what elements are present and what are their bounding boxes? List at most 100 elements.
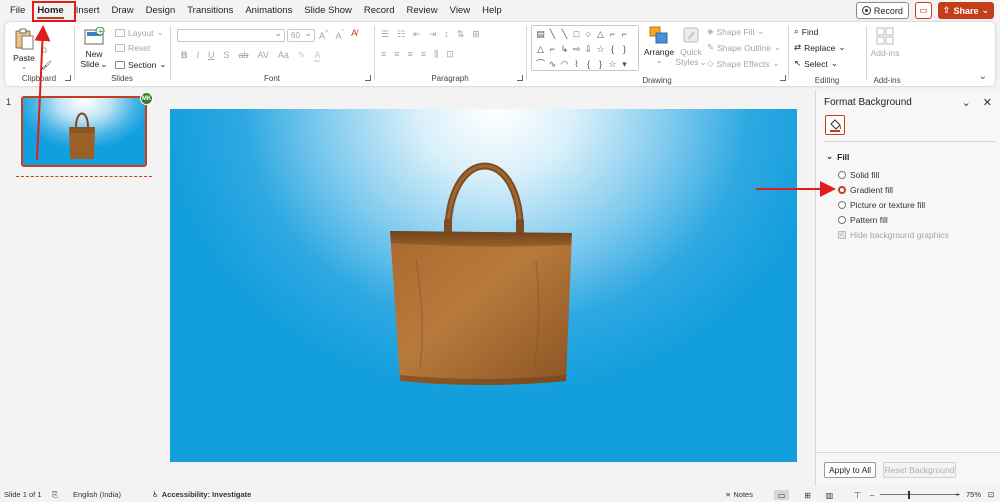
shape-line-icon[interactable]: ╲ xyxy=(547,28,558,41)
record-button[interactable]: Record xyxy=(855,2,909,19)
layout-button[interactable]: Layout ⌄ xyxy=(115,27,164,38)
shape-curve-icon[interactable]: ⌒ xyxy=(535,58,546,71)
replace-button[interactable]: ⇄ Replace ⌄ xyxy=(794,42,845,53)
slide-sorter-icon[interactable]: ⊞ xyxy=(800,490,815,500)
find-button[interactable]: ⌕ Find xyxy=(794,26,818,37)
shape-line-icon[interactable]: ⌐ xyxy=(607,28,618,41)
slide-canvas[interactable] xyxy=(170,109,797,462)
chevron-down-icon[interactable]: ⌄ xyxy=(962,96,971,109)
language-indicator[interactable]: English (India) xyxy=(73,490,121,499)
shape-line-icon[interactable]: ⌐ xyxy=(619,28,630,41)
tab-view[interactable]: View xyxy=(444,0,476,22)
shape-brace-icon[interactable]: } xyxy=(595,58,606,71)
shapes-gallery[interactable]: ▤ ╲ ╲ □ ○ △ ⌐ ⌐ △ ⌐ ↳ ⇨ ⇩ ☆{} ⌒ ∿ ◠ ⌇{} ☆ ▾ xyxy=(531,25,639,71)
font-launcher[interactable] xyxy=(365,75,371,81)
shape-freeform-icon[interactable]: ⌇ xyxy=(571,58,582,71)
collapse-ribbon-icon[interactable]: ⌄ xyxy=(979,71,987,82)
font-color-icon[interactable]: A xyxy=(314,50,321,62)
decrease-font-icon[interactable]: Aˇ xyxy=(336,28,345,41)
justify-icon[interactable]: ≡ xyxy=(421,49,426,60)
cut-button[interactable]: ✂ xyxy=(41,29,48,40)
shape-more-icon[interactable]: ▾ xyxy=(619,58,630,71)
format-painter-button[interactable]: 🖌 xyxy=(41,60,52,71)
fill-tab-button[interactable] xyxy=(825,115,845,135)
solid-fill-radio[interactable] xyxy=(838,171,846,179)
tab-review[interactable]: Review xyxy=(401,0,444,22)
zoom-level[interactable]: 75% xyxy=(966,490,981,499)
leather-tote-bag-image[interactable] xyxy=(386,149,576,389)
bullets-icon[interactable]: ☰ xyxy=(381,29,389,40)
comments-button[interactable]: ▭ xyxy=(914,2,932,19)
zoom-slider[interactable] xyxy=(880,494,960,495)
decrease-indent-icon[interactable]: ⇤ xyxy=(413,29,421,40)
drawing-launcher[interactable] xyxy=(780,75,786,81)
shape-arc-icon[interactable]: ◠ xyxy=(559,58,570,71)
columns-icon[interactable]: ⫼ xyxy=(434,49,438,60)
reading-view-icon[interactable]: ▥ xyxy=(822,490,837,500)
shape-fill-button[interactable]: ◈ Shape Fill ⌄ xyxy=(707,26,764,37)
pattern-fill-radio[interactable] xyxy=(838,216,846,224)
align-text-icon[interactable]: ⊞ xyxy=(472,29,480,40)
tab-file[interactable]: File xyxy=(0,0,31,22)
bold-icon[interactable]: B xyxy=(181,50,188,62)
shadow-icon[interactable]: S xyxy=(224,50,230,62)
change-case-icon[interactable]: Aa xyxy=(278,50,289,62)
gradient-fill-radio[interactable] xyxy=(838,186,846,194)
shape-arrow-icon[interactable]: ⇩ xyxy=(583,43,594,56)
shape-textbox-icon[interactable]: ▤ xyxy=(535,28,546,41)
shape-brace-icon[interactable]: { xyxy=(583,58,594,71)
arrange-button[interactable]: Arrange ⌄ xyxy=(643,25,675,65)
clear-format-icon[interactable]: A̸ xyxy=(351,28,357,41)
font-name-dropdown[interactable] xyxy=(177,28,285,42)
fit-to-window-icon[interactable]: ⊡ xyxy=(988,490,994,499)
tab-slide-show[interactable]: Slide Show xyxy=(298,0,358,22)
underline-icon[interactable]: U xyxy=(208,50,215,62)
shape-curve-icon[interactable]: ∿ xyxy=(547,58,558,71)
shape-connector-icon[interactable]: ⌐ xyxy=(547,43,558,56)
addins-button[interactable]: Add-ins xyxy=(869,26,901,58)
shape-triangle-icon[interactable]: △ xyxy=(595,28,606,41)
shape-oval-icon[interactable]: ○ xyxy=(583,28,594,41)
reset-background-button[interactable]: Reset Background xyxy=(883,462,956,478)
align-center-icon[interactable]: ≡ xyxy=(394,49,399,60)
close-icon[interactable]: ✕ xyxy=(983,96,992,109)
section-button[interactable]: Section ⌄ xyxy=(115,59,166,70)
fill-section-header[interactable]: ⌄ Fill xyxy=(826,151,849,162)
increase-indent-icon[interactable]: ⇥ xyxy=(429,29,437,40)
zoom-slider-thumb[interactable] xyxy=(908,491,910,499)
notes-button[interactable]: ≡ Notes xyxy=(726,490,753,499)
spellcheck-icon[interactable]: ⎘ xyxy=(52,490,58,500)
tab-animations[interactable]: Animations xyxy=(239,0,298,22)
paragraph-launcher[interactable] xyxy=(517,75,523,81)
hide-graphics-option[interactable]: ✓ Hide background graphics xyxy=(838,230,949,240)
increase-font-icon[interactable]: A^ xyxy=(319,28,329,41)
shape-connector-icon[interactable]: ↳ xyxy=(559,43,570,56)
tab-help[interactable]: Help xyxy=(476,0,508,22)
clipboard-launcher[interactable] xyxy=(65,75,71,81)
shape-line-icon[interactable]: ╲ xyxy=(559,28,570,41)
tab-design[interactable]: Design xyxy=(140,0,182,22)
solid-fill-option[interactable]: Solid fill xyxy=(838,170,879,180)
shape-effects-button[interactable]: ◇ Shape Effects ⌄ xyxy=(707,58,779,69)
tab-record[interactable]: Record xyxy=(358,0,401,22)
zoom-out-icon[interactable]: – xyxy=(870,490,874,499)
accessibility-status[interactable]: ♿ Accessibility: Investigate xyxy=(152,490,251,499)
gradient-fill-option[interactable]: Gradient fill xyxy=(838,185,893,195)
picture-fill-option[interactable]: Picture or texture fill xyxy=(838,200,925,210)
shape-brace-icon[interactable]: { xyxy=(607,43,618,56)
apply-to-all-button[interactable]: Apply to All xyxy=(824,462,876,478)
copy-button[interactable]: ⧉ xyxy=(41,45,47,56)
paste-button[interactable]: Paste ⌄ xyxy=(11,27,37,71)
slideshow-view-icon[interactable]: ⊤ xyxy=(850,490,865,500)
text-direction-icon[interactable]: ⇅ xyxy=(457,29,465,40)
shape-rectangle-icon[interactable]: □ xyxy=(571,28,582,41)
align-right-icon[interactable]: ≡ xyxy=(408,49,413,60)
normal-view-icon[interactable]: ▭ xyxy=(774,490,789,500)
slide-thumbnail[interactable] xyxy=(21,96,147,167)
share-button[interactable]: ⇪ Share ⌄ xyxy=(937,2,994,19)
strikethrough-icon[interactable]: ab xyxy=(239,50,249,62)
pattern-fill-option[interactable]: Pattern fill xyxy=(838,215,888,225)
numbering-icon[interactable]: ☷ xyxy=(397,29,405,40)
zoom-in-icon[interactable]: + xyxy=(955,490,959,499)
shape-outline-button[interactable]: ✎ Shape Outline ⌄ xyxy=(707,42,781,53)
